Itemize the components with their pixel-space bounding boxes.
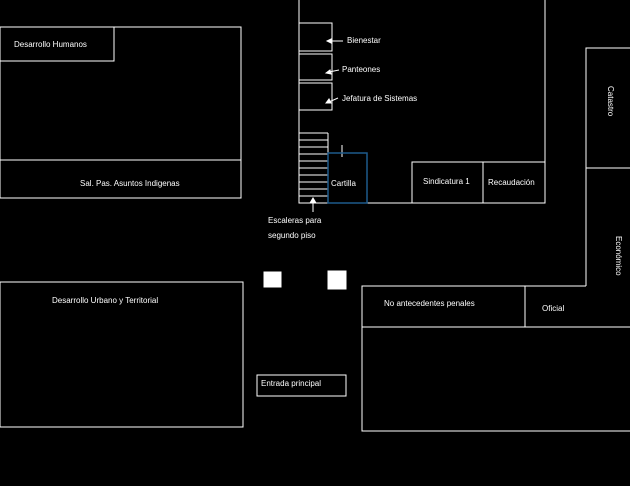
label-jefatura-sistemas: Jefatura de Sistemas — [342, 94, 418, 103]
office-bienestar[interactable] — [299, 22, 333, 52]
office-panteones[interactable] — [299, 53, 333, 81]
door-marker-right — [327, 270, 347, 290]
door-marker-left — [263, 271, 282, 288]
arrowhead-stairs — [309, 197, 317, 204]
arrowhead-bienestar — [325, 38, 332, 44]
room-desarrollo-humanos[interactable] — [0, 26, 242, 199]
label-recaudacion: Recaudación — [488, 178, 535, 187]
arrowhead-jefatura — [325, 98, 332, 104]
label-no-antecedentes: No antecedentes penales — [384, 299, 475, 308]
arrowhead-panteones — [324, 69, 332, 75]
label-sindicatura: Sindicatura 1 — [423, 177, 470, 186]
label-stairs-line1: Escaleras para — [268, 216, 322, 225]
label-economico: Económico — [614, 236, 623, 276]
room-catastro[interactable] — [585, 47, 630, 286]
label-desarrollo-urbano: Desarrollo Urbano y Territorial — [52, 296, 159, 305]
label-panteones: Panteones — [342, 65, 381, 74]
label-desarrollo-humanos: Desarrollo Humanos — [14, 40, 87, 49]
label-cartilla: Cartilla — [331, 179, 356, 188]
label-catastro: Catastro — [606, 86, 615, 117]
label-asuntos-indigenas: Sal. Pas. Asuntos Indigenas — [80, 179, 180, 188]
staircase — [299, 132, 343, 203]
central-building-outline — [298, 0, 546, 204]
label-bienestar: Bienestar — [347, 36, 381, 45]
label-entrada-principal: Entrada principal — [261, 379, 322, 388]
label-stairs-line2: segundo piso — [268, 231, 316, 240]
room-cartilla[interactable] — [327, 152, 368, 204]
office-jefatura-sistemas[interactable] — [299, 82, 333, 111]
label-oficial: Oficial — [542, 304, 565, 313]
floor-plan — [0, 0, 630, 432]
